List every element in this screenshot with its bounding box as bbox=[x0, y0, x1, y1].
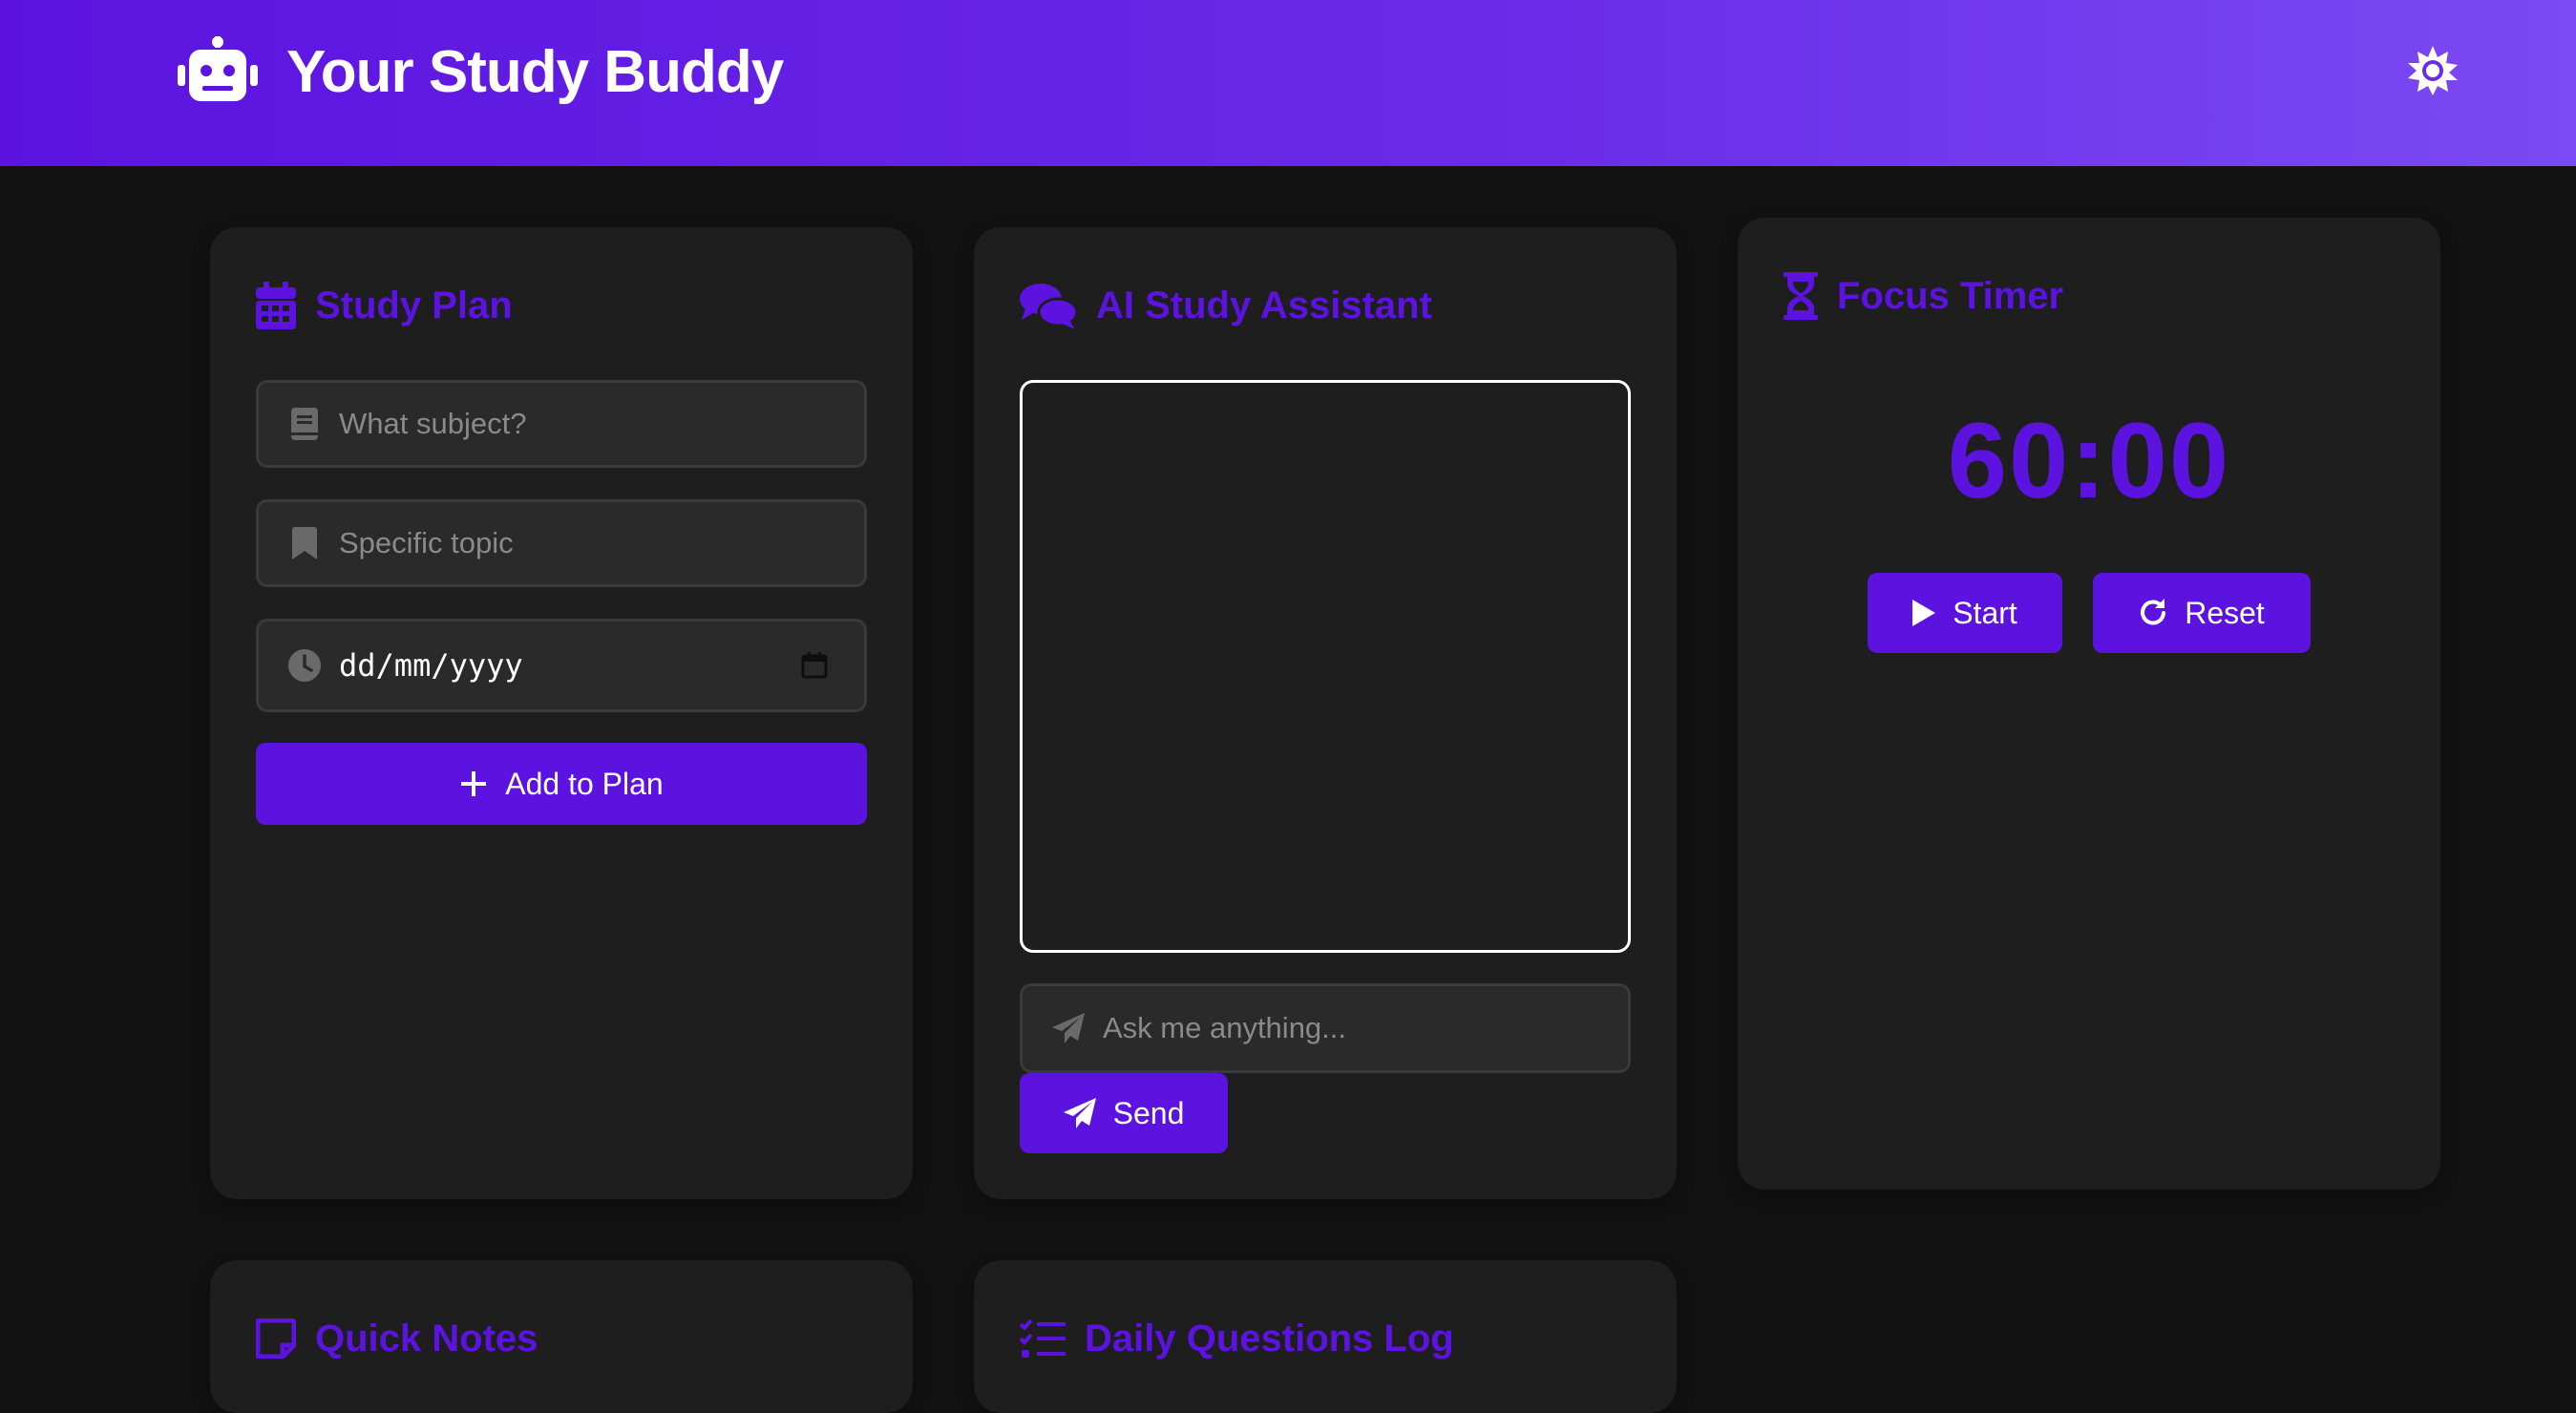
app-title: Your Study Buddy bbox=[286, 38, 784, 105]
quick-notes-heading: Quick Notes bbox=[315, 1317, 538, 1360]
play-icon bbox=[1912, 600, 1936, 626]
date-picker-icon[interactable] bbox=[801, 652, 828, 679]
topic-input[interactable] bbox=[339, 526, 864, 560]
timer-display: 60:00 bbox=[1947, 401, 2231, 520]
date-input[interactable]: dd/mm/yyyy bbox=[339, 647, 801, 684]
clock-icon bbox=[285, 649, 324, 682]
list-check-icon bbox=[1020, 1318, 1066, 1359]
sticky-note-icon bbox=[256, 1318, 296, 1359]
add-to-plan-label: Add to Plan bbox=[505, 766, 664, 801]
robot-icon bbox=[178, 35, 258, 108]
start-button[interactable]: Start bbox=[1868, 573, 2062, 653]
questions-log-title: Daily Questions Log bbox=[1020, 1310, 1454, 1367]
send-button[interactable]: Send bbox=[1020, 1073, 1228, 1153]
ai-assistant-heading: AI Study Assistant bbox=[1096, 284, 1432, 327]
subject-field[interactable] bbox=[256, 380, 867, 468]
app-header: Your Study Buddy bbox=[0, 0, 2576, 166]
study-plan-card bbox=[210, 227, 913, 1199]
ai-assistant-title: AI Study Assistant bbox=[1020, 277, 1432, 334]
study-plan-title: Study Plan bbox=[256, 277, 513, 334]
study-plan-heading: Study Plan bbox=[315, 284, 513, 327]
ask-field[interactable] bbox=[1020, 983, 1631, 1073]
sun-icon bbox=[2406, 44, 2460, 102]
quick-notes-title: Quick Notes bbox=[256, 1310, 538, 1367]
send-label: Send bbox=[1112, 1095, 1185, 1130]
comments-icon bbox=[1020, 282, 1077, 329]
hourglass-icon bbox=[1784, 272, 1818, 320]
rotate-right-icon bbox=[2141, 599, 2166, 625]
reset-label: Reset bbox=[2185, 595, 2265, 630]
paper-plane-icon bbox=[1049, 1013, 1087, 1044]
questions-log-heading: Daily Questions Log bbox=[1085, 1317, 1454, 1360]
send-plane-icon bbox=[1063, 1098, 1096, 1128]
start-label: Start bbox=[1953, 595, 2017, 630]
focus-timer-title: Focus Timer bbox=[1784, 267, 2063, 325]
plus-icon bbox=[461, 771, 487, 796]
reset-button[interactable]: Reset bbox=[2093, 573, 2311, 653]
calendar-icon bbox=[256, 282, 296, 329]
bookmark-icon bbox=[285, 527, 324, 559]
theme-toggle-button[interactable] bbox=[2406, 44, 2460, 102]
focus-timer-heading: Focus Timer bbox=[1837, 274, 2064, 317]
brand: Your Study Buddy bbox=[178, 35, 784, 108]
chat-messages-area[interactable] bbox=[1020, 380, 1631, 953]
date-field[interactable]: dd/mm/yyyy bbox=[256, 619, 867, 712]
subject-input[interactable] bbox=[339, 407, 864, 441]
book-icon bbox=[285, 408, 324, 440]
add-to-plan-button[interactable]: Add to Plan bbox=[256, 743, 867, 825]
topic-field[interactable] bbox=[256, 499, 867, 587]
focus-timer-card bbox=[1738, 218, 2440, 1190]
ask-input[interactable] bbox=[1103, 1011, 1628, 1045]
